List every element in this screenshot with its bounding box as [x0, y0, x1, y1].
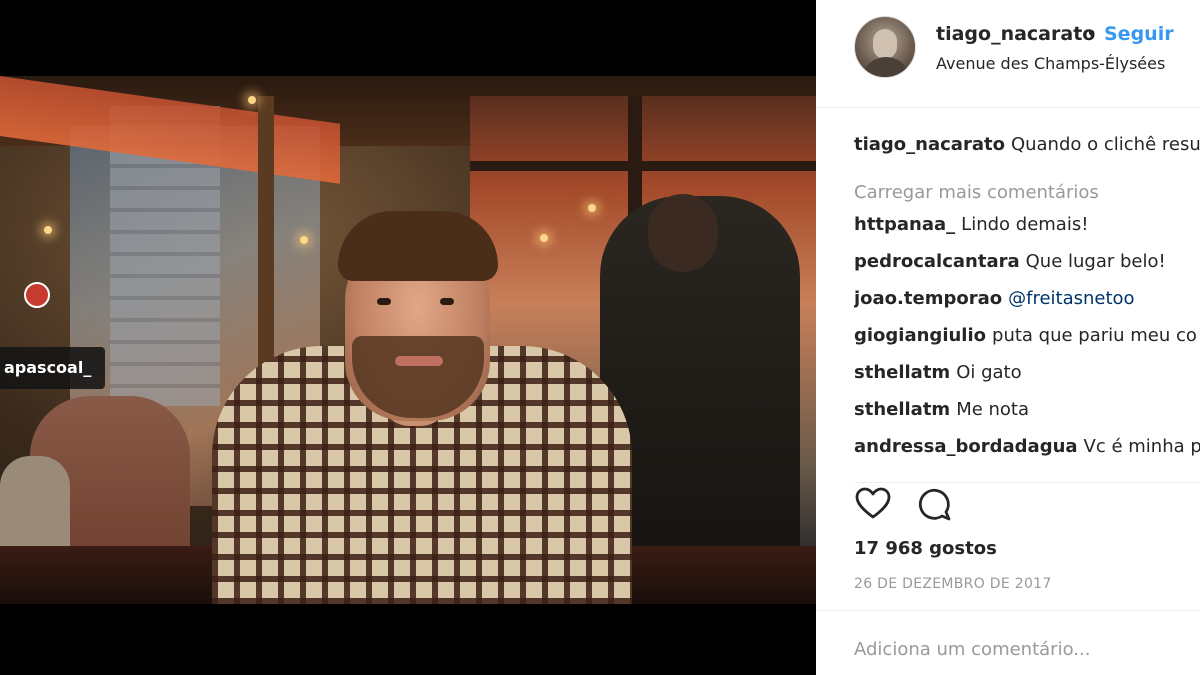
- avatar-head: [873, 29, 897, 59]
- comment-text: Que lugar belo!: [1025, 251, 1166, 272]
- photo-eye: [440, 298, 454, 305]
- photo-window-frame: [470, 161, 816, 171]
- add-comment-input[interactable]: [854, 635, 1174, 663]
- photo-hair: [338, 211, 498, 281]
- post-location[interactable]: Avenue des Champs-Élysées: [936, 54, 1165, 73]
- list-item: andressa_bordadagua Vc é minha p: [854, 434, 1200, 470]
- header-username[interactable]: tiago_nacarato: [936, 23, 1095, 45]
- comment-username[interactable]: pedrocalcantara: [854, 251, 1020, 272]
- list-item: sthellatm Oi gato: [854, 360, 1200, 397]
- heart-icon[interactable]: [854, 485, 892, 523]
- comment-mention[interactable]: @freitasnetoo: [1008, 288, 1134, 309]
- comment-username[interactable]: andressa_bordadagua: [854, 436, 1078, 457]
- photo-panel: apascoal_: [0, 0, 816, 675]
- photo-light: [248, 96, 256, 104]
- load-more-comments-button[interactable]: Carregar mais comentários: [854, 172, 1200, 212]
- avatar-body: [861, 57, 911, 77]
- likes-count[interactable]: 17 968 gostos: [854, 538, 997, 559]
- comment-username[interactable]: httpanaa_: [854, 214, 955, 235]
- caption-username[interactable]: tiago_nacarato: [854, 134, 1005, 155]
- comment-username[interactable]: giogiangiulio: [854, 325, 986, 346]
- comment-text: Vc é minha p: [1083, 436, 1200, 457]
- comment-icon[interactable]: [916, 485, 954, 523]
- list-item: sthellatm Me nota: [854, 397, 1200, 434]
- follow-button[interactable]: Seguir: [1104, 23, 1174, 45]
- post-header: tiago_nacarato • Seguir Avenue des Champ…: [816, 0, 1200, 108]
- avatar[interactable]: [854, 16, 916, 78]
- list-item: giogiangiulio puta que pariu meu co: [854, 323, 1200, 360]
- comment-username[interactable]: sthellatm: [854, 362, 950, 383]
- caption: tiago_nacarato Quando o clichê resu: [854, 132, 1200, 172]
- header-separator: •: [1086, 23, 1098, 45]
- photo-user-tag[interactable]: apascoal_: [0, 347, 106, 389]
- photo-light: [300, 236, 308, 244]
- photo-eye: [377, 298, 391, 305]
- photo-street-sign: [24, 282, 50, 308]
- add-comment-section: [816, 610, 1200, 675]
- comment-username[interactable]: joao.temporao: [854, 288, 1002, 309]
- post-sidebar: tiago_nacarato • Seguir Avenue des Champ…: [816, 0, 1200, 675]
- photo-light: [588, 204, 596, 212]
- comment-text: Oi gato: [956, 362, 1022, 383]
- list-item: httpanaa_ Lindo demais!: [854, 212, 1200, 249]
- comment-text: Lindo demais!: [961, 214, 1089, 235]
- list-item: pedrocalcantara Que lugar belo!: [854, 249, 1200, 286]
- photo-light: [44, 226, 52, 234]
- comment-text: Me nota: [956, 399, 1030, 420]
- comment-text: puta que pariu meu co: [992, 325, 1197, 346]
- photo-light: [540, 234, 548, 242]
- list-item: joao.temporao @freitasnetoo: [854, 286, 1200, 323]
- post-photo[interactable]: [0, 76, 816, 604]
- photo-mouth: [395, 356, 443, 366]
- photo-person-back-head: [648, 194, 718, 272]
- caption-text: Quando o clichê resu: [1010, 134, 1200, 155]
- post-actions: [854, 482, 1200, 522]
- comments-list[interactable]: tiago_nacarato Quando o clichê resu Carre…: [854, 132, 1200, 470]
- comment-username[interactable]: sthellatm: [854, 399, 950, 420]
- post-date: 26 DE DEZEMBRO DE 2017: [854, 576, 1052, 592]
